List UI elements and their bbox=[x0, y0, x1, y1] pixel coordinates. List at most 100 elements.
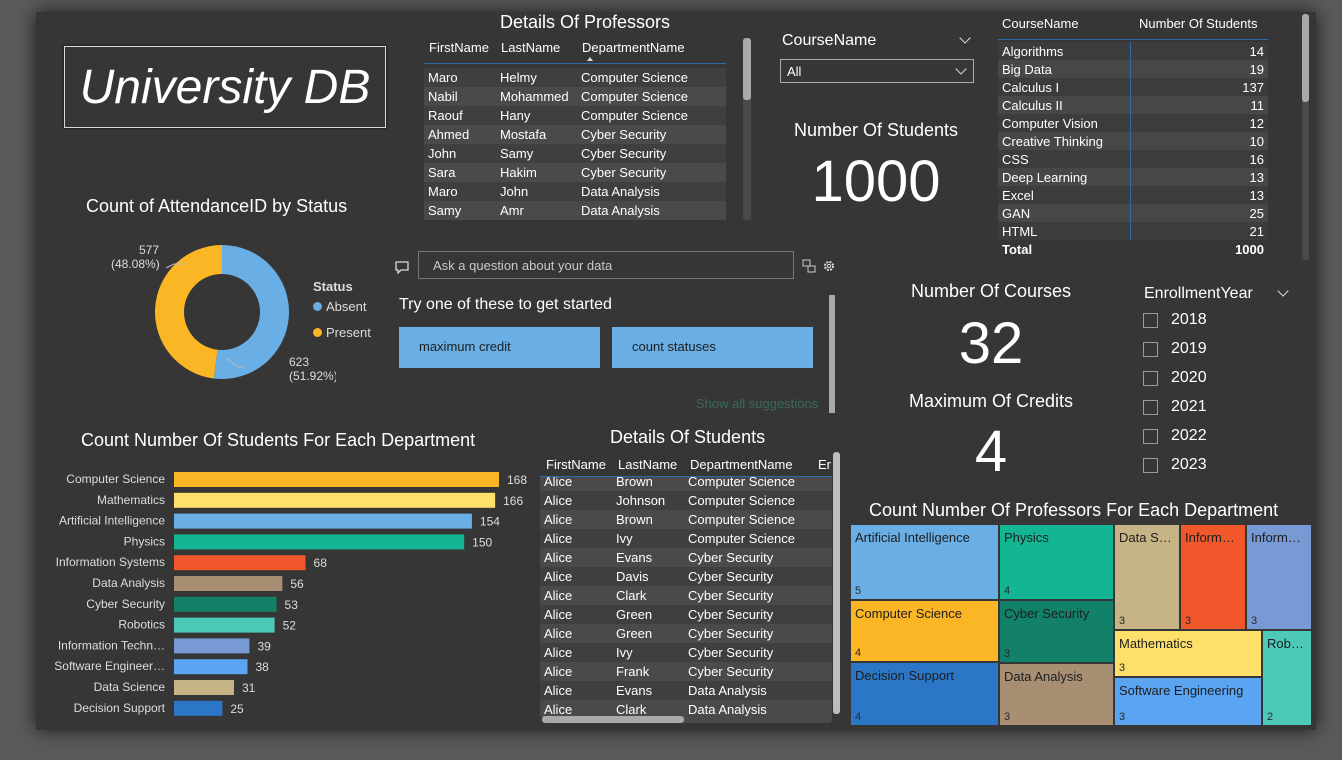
checkbox[interactable] bbox=[1143, 341, 1158, 357]
table-row[interactable]: Alice Brown Computer Science bbox=[540, 477, 832, 491]
professors-scrollbar[interactable] bbox=[743, 38, 751, 220]
col-header-lastname[interactable]: LastName bbox=[501, 40, 560, 55]
table-row[interactable]: Sara Hakim Cyber Security bbox=[424, 163, 726, 182]
bar[interactable] bbox=[174, 492, 496, 508]
col-header-department[interactable]: DepartmentName bbox=[690, 457, 793, 472]
col-header-lastname[interactable]: LastName bbox=[618, 457, 677, 472]
table-row[interactable]: Alice Frank Cyber Security bbox=[540, 662, 832, 681]
table-row[interactable]: Algorithms 14 bbox=[998, 42, 1268, 60]
table-row[interactable]: Excel 13 bbox=[998, 186, 1268, 204]
bar[interactable] bbox=[174, 700, 223, 716]
table-row[interactable]: Maro John Data Analysis bbox=[424, 182, 726, 201]
table-row[interactable]: Raouf Hany Computer Science bbox=[424, 106, 726, 125]
table-row[interactable]: John Samy Cyber Security bbox=[424, 144, 726, 163]
checkbox[interactable] bbox=[1143, 428, 1158, 444]
col-header-firstname[interactable]: FirstName bbox=[546, 457, 606, 472]
bar[interactable] bbox=[174, 472, 499, 487]
year-option-2021[interactable]: 2021 bbox=[1143, 398, 1207, 416]
treemap-cell[interactable]: Inform… 3 bbox=[1246, 524, 1312, 630]
table-row[interactable]: Alice Evans Data Analysis bbox=[540, 681, 832, 700]
scroll-thumb[interactable] bbox=[1302, 14, 1309, 102]
treemap-cell[interactable]: Inform… 3 bbox=[1180, 524, 1246, 630]
table-row[interactable]: GAN 25 bbox=[998, 204, 1268, 222]
checkbox[interactable] bbox=[1143, 312, 1158, 328]
table-row[interactable]: Alice Green Cyber Security bbox=[540, 605, 832, 624]
qa-scrollbar[interactable] bbox=[829, 295, 835, 413]
treemap-cell[interactable]: Mathematics 3 bbox=[1114, 630, 1262, 677]
table-row[interactable]: Alice Davis Cyber Security bbox=[540, 567, 832, 586]
table-row[interactable]: Ahmed Mostafa Cyber Security bbox=[424, 125, 726, 144]
students-hscrollbar[interactable] bbox=[542, 716, 832, 723]
col-header-student-count[interactable]: Number Of Students bbox=[1139, 16, 1258, 31]
table-row[interactable]: Calculus I 137 bbox=[998, 78, 1268, 96]
treemap-cell[interactable]: Data Analysis 3 bbox=[999, 663, 1114, 726]
suggestion-count-statuses[interactable]: count statuses bbox=[612, 327, 813, 368]
scroll-thumb[interactable] bbox=[743, 38, 751, 100]
table-row[interactable]: HTML 21 bbox=[998, 222, 1268, 240]
year-option-2019[interactable]: 2019 bbox=[1143, 340, 1207, 358]
table-row[interactable]: Computer Vision 12 bbox=[998, 114, 1268, 132]
bar[interactable] bbox=[174, 555, 306, 571]
bar[interactable] bbox=[174, 576, 283, 591]
year-option-2022[interactable]: 2022 bbox=[1143, 427, 1207, 445]
course-dropdown[interactable]: All bbox=[780, 59, 974, 83]
year-option-2020[interactable]: 2020 bbox=[1143, 369, 1207, 387]
bar[interactable] bbox=[174, 680, 234, 695]
col-header-coursename[interactable]: CourseName bbox=[1002, 16, 1079, 31]
chevron-down-icon[interactable] bbox=[1277, 285, 1289, 297]
table-row[interactable]: Alice Brown Computer Science bbox=[540, 510, 832, 529]
gear-icon[interactable] bbox=[822, 259, 836, 273]
suggestion-maximum-credit[interactable]: maximum credit bbox=[399, 327, 600, 368]
bar[interactable] bbox=[174, 638, 250, 654]
table-row[interactable]: Alice Green Cyber Security bbox=[540, 624, 832, 643]
table-row[interactable]: Deep Learning 13 bbox=[998, 168, 1268, 186]
checkbox[interactable] bbox=[1143, 457, 1158, 473]
table-row[interactable]: Alice Clark Cyber Security bbox=[540, 586, 832, 605]
bar[interactable] bbox=[174, 513, 472, 529]
year-option-2023[interactable]: 2023 bbox=[1143, 456, 1207, 474]
treemap-cell[interactable]: Software Engineering 3 bbox=[1114, 677, 1262, 726]
present-slice[interactable] bbox=[154, 245, 222, 379]
chevron-down-icon[interactable] bbox=[959, 32, 971, 44]
table-row[interactable]: Alice Ivy Computer Science bbox=[540, 529, 832, 548]
absent-slice[interactable] bbox=[213, 245, 289, 379]
students-vscrollbar[interactable] bbox=[833, 452, 840, 714]
treemap-cell[interactable]: Rob… 2 bbox=[1262, 630, 1312, 726]
treemap-cell[interactable]: Physics 4 bbox=[999, 524, 1114, 600]
table-row[interactable]: Maro Helmy Computer Science bbox=[424, 68, 726, 87]
course-scrollbar[interactable] bbox=[1302, 14, 1309, 260]
col-header-enrollment[interactable]: Er bbox=[818, 457, 831, 472]
col-header-firstname[interactable]: FirstName bbox=[429, 40, 489, 55]
comment-icon[interactable] bbox=[394, 260, 410, 274]
treemap-cell[interactable]: Computer Science 4 bbox=[850, 600, 999, 662]
bar[interactable] bbox=[174, 534, 465, 550]
bar[interactable] bbox=[174, 596, 277, 612]
table-row[interactable]: Alice Evans Cyber Security bbox=[540, 548, 832, 567]
table-row[interactable]: Nabil Mohammed Computer Science bbox=[424, 87, 726, 106]
checkbox[interactable] bbox=[1143, 370, 1158, 386]
table-row[interactable]: CSS 16 bbox=[998, 150, 1268, 168]
treemap-cell[interactable]: Artificial Intelligence 5 bbox=[850, 524, 999, 600]
turn-into-visual-icon[interactable] bbox=[802, 259, 816, 273]
treemap-cell[interactable]: Data S… 3 bbox=[1114, 524, 1180, 630]
scroll-thumb[interactable] bbox=[833, 452, 840, 714]
table-row[interactable]: Big Data 19 bbox=[998, 60, 1268, 78]
bar[interactable] bbox=[174, 659, 248, 675]
year-option-2018[interactable]: 2018 bbox=[1143, 311, 1207, 329]
bar[interactable] bbox=[174, 617, 275, 633]
show-all-suggestions-link[interactable]: Show all suggestions bbox=[696, 396, 818, 411]
qa-question-input[interactable]: Ask a question about your data bbox=[418, 251, 794, 279]
table-row[interactable]: Alice Clark Data Analysis bbox=[540, 700, 832, 717]
table-row[interactable]: Calculus II 11 bbox=[998, 96, 1268, 114]
table-row[interactable]: Samy Amr Data Analysis bbox=[424, 201, 726, 220]
treemap-cell[interactable]: Cyber Security 3 bbox=[999, 600, 1114, 663]
legend-item-absent[interactable]: Absent bbox=[313, 299, 366, 314]
checkbox[interactable] bbox=[1143, 399, 1158, 415]
legend-item-present[interactable]: Present bbox=[313, 325, 371, 340]
col-header-department[interactable]: DepartmentName bbox=[582, 40, 685, 55]
table-row[interactable]: Alice Ivy Cyber Security bbox=[540, 643, 832, 662]
treemap-cell[interactable]: Decision Support 4 bbox=[850, 662, 999, 726]
table-row[interactable]: Alice Johnson Computer Science bbox=[540, 491, 832, 510]
table-row[interactable]: Creative Thinking 10 bbox=[998, 132, 1268, 150]
scroll-thumb[interactable] bbox=[542, 716, 684, 723]
